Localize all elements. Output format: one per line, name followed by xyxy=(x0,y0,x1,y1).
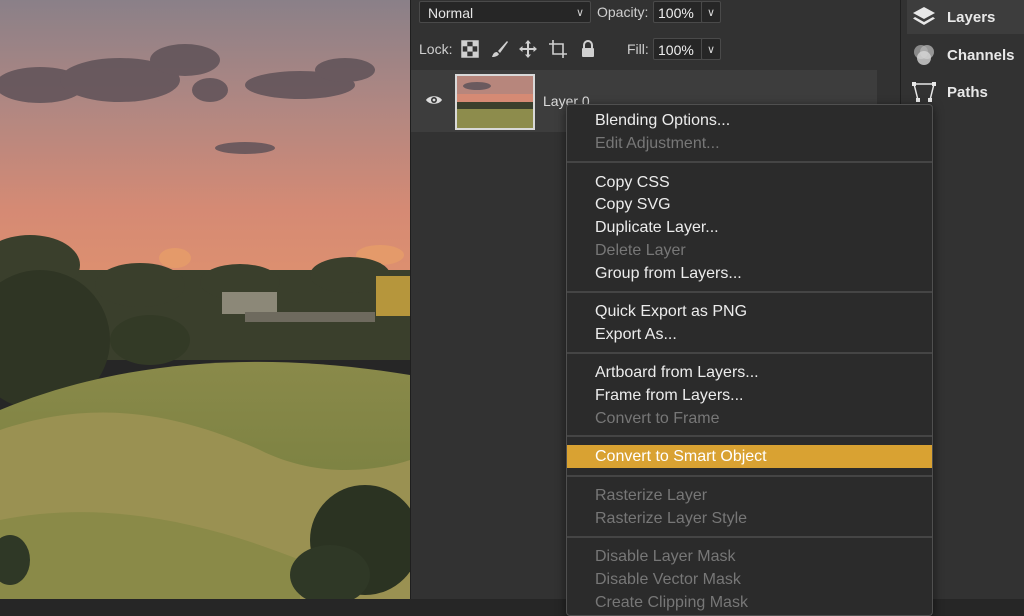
menu-item-disable-layer-mask: Disable Layer Mask xyxy=(595,548,736,565)
menu-item-duplicate-layer[interactable]: Duplicate Layer... xyxy=(567,216,932,239)
menu-item-group-from-layers[interactable]: Group from Layers... xyxy=(567,262,932,285)
menu-item-copy-svg[interactable]: Copy SVG xyxy=(567,193,932,216)
menu-item-rasterize-layer: Rasterize Layer xyxy=(595,487,708,504)
lock-label: Lock: xyxy=(419,41,453,57)
move-icon[interactable] xyxy=(519,40,537,58)
menu-item-convert-to-smart-object[interactable]: Convert to Smart Object xyxy=(567,445,932,468)
menu-item-convert-to-frame: Convert to Frame xyxy=(595,410,720,427)
paths-icon xyxy=(912,82,936,102)
menu-item-frame-from-layers[interactable]: Frame from Layers... xyxy=(567,384,932,407)
menu-item-blending-options[interactable]: Blending Options... xyxy=(567,109,932,132)
eye-icon[interactable] xyxy=(425,93,443,107)
tab-layers-label: Layers xyxy=(947,8,996,26)
fill-field[interactable]: 100% xyxy=(653,38,703,60)
menu-item-export-as[interactable]: Export As... xyxy=(567,323,932,346)
layer-context-menu: Blending Options... Edit Adjustment... C… xyxy=(566,104,933,616)
menu-item-disable-vector-mask: Disable Vector Mask xyxy=(595,571,741,588)
menu-separator xyxy=(567,435,932,437)
tab-channels-label: Channels xyxy=(947,46,1015,64)
lock-icon[interactable] xyxy=(579,40,597,58)
menu-separator xyxy=(567,352,932,354)
layer-thumbnail-image xyxy=(457,76,533,128)
layer-thumbnail[interactable] xyxy=(455,74,535,130)
menu-separator xyxy=(567,475,932,477)
menu-item-rasterize-layer-style: Rasterize Layer Style xyxy=(595,510,748,527)
tab-layers[interactable]: Layers xyxy=(907,0,1024,34)
transparent-pixels-icon[interactable] xyxy=(461,40,479,58)
blend-mode-value: Normal xyxy=(428,5,474,21)
chevron-down-icon: ∨ xyxy=(575,7,584,19)
layers-icon xyxy=(913,7,935,25)
menu-item-copy-css[interactable]: Copy CSS xyxy=(567,171,932,194)
channels-icon xyxy=(914,45,934,65)
menu-separator xyxy=(567,291,932,293)
fill-label: Fill: xyxy=(627,41,649,57)
fill-dropdown-button[interactable]: ∨ xyxy=(701,38,721,60)
tab-channels[interactable]: Channels xyxy=(907,38,1024,72)
tab-paths-label: Paths xyxy=(947,83,988,101)
blend-mode-select[interactable]: Normal ∨ xyxy=(419,1,591,23)
artboard-icon[interactable] xyxy=(549,40,567,58)
landscape-photo xyxy=(0,0,410,599)
menu-item-quick-export-png[interactable]: Quick Export as PNG xyxy=(567,300,932,323)
opacity-field[interactable]: 100% xyxy=(653,1,703,23)
menu-item-delete-layer: Delete Layer xyxy=(595,242,686,259)
menu-separator xyxy=(567,161,932,163)
brush-icon[interactable] xyxy=(491,40,509,58)
opacity-label: Opacity: xyxy=(597,4,649,20)
menu-separator xyxy=(567,536,932,538)
document-canvas[interactable] xyxy=(0,0,410,599)
opacity-dropdown-button[interactable]: ∨ xyxy=(701,1,721,23)
menu-item-artboard-from-layers[interactable]: Artboard from Layers... xyxy=(567,361,932,384)
menu-item-edit-adjustment: Edit Adjustment... xyxy=(595,135,720,152)
menu-item-create-clipping-mask: Create Clipping Mask xyxy=(595,594,748,611)
